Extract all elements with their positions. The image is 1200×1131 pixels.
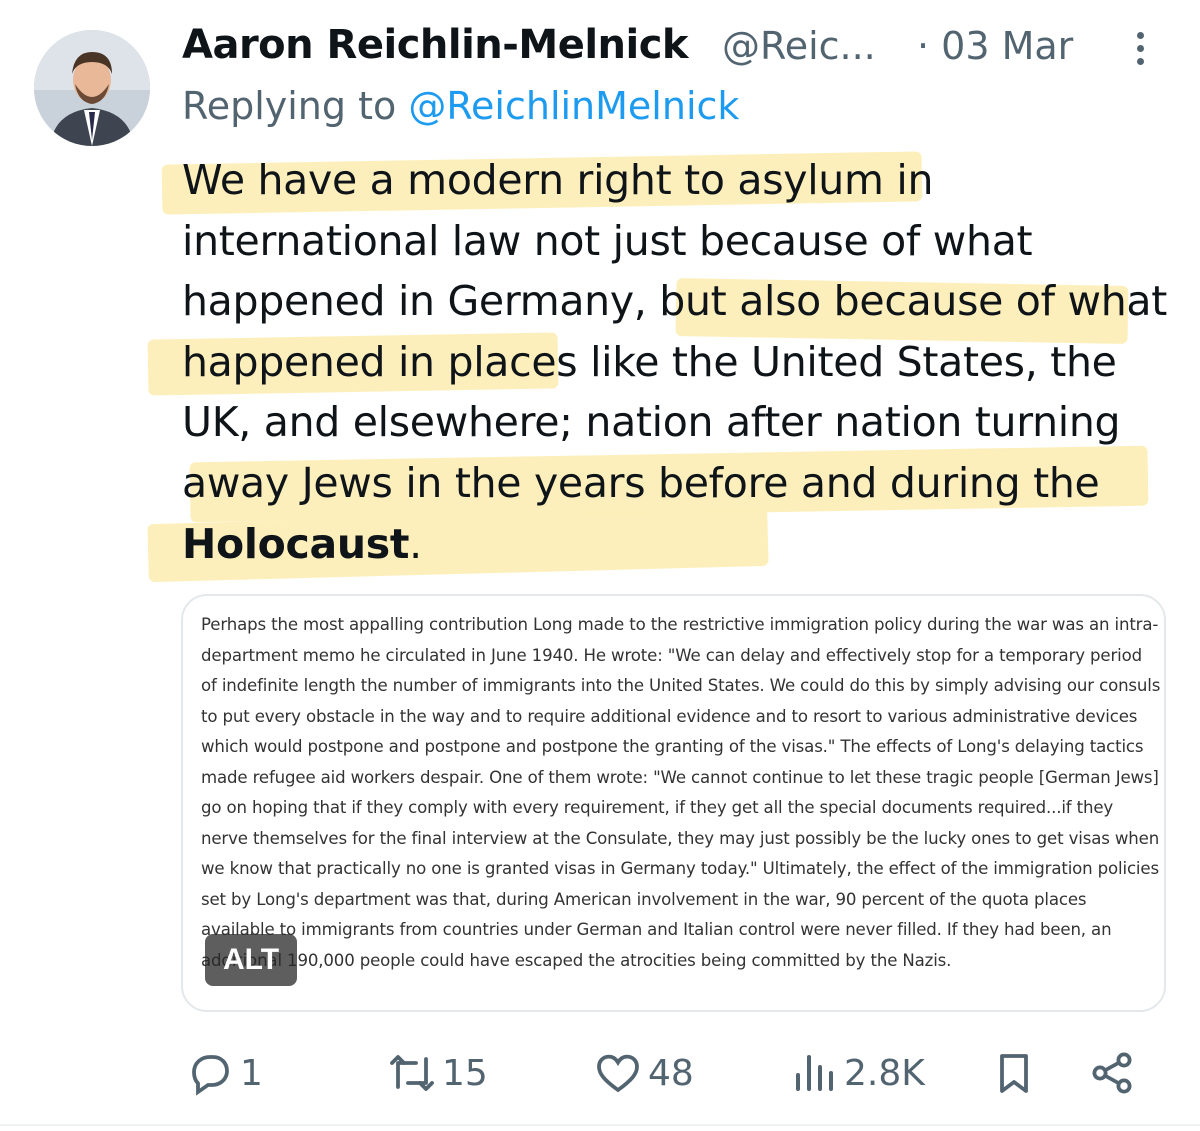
tweet-bold-word[interactable]: Holocaust bbox=[182, 520, 409, 568]
tweet-header: Aaron Reichlin-Melnick @Reic... · 03 Mar bbox=[182, 22, 1172, 78]
replying-to-line: Replying to @ReichlinMelnick bbox=[182, 84, 739, 128]
share-button[interactable] bbox=[1088, 1048, 1136, 1098]
reply-icon bbox=[192, 1055, 229, 1096]
heart-icon bbox=[597, 1054, 639, 1093]
repost-button[interactable]: 15 bbox=[388, 1048, 488, 1098]
repost-icon bbox=[390, 1055, 434, 1091]
views-count: 2.8K bbox=[844, 1052, 925, 1094]
reply-mention-link[interactable]: @ReichlinMelnick bbox=[408, 84, 739, 128]
repost-count: 15 bbox=[442, 1052, 488, 1094]
tweet-text-end: . bbox=[409, 519, 422, 568]
like-button[interactable]: 48 bbox=[594, 1048, 694, 1098]
tweet-date[interactable]: · 03 Mar bbox=[917, 24, 1073, 68]
tweet-actions: 1 15 48 2.8K bbox=[0, 1040, 1200, 1110]
author-name[interactable]: Aaron Reichlin-Melnick bbox=[182, 22, 689, 68]
divider bbox=[0, 1124, 1200, 1126]
replying-to-label: Replying to bbox=[182, 84, 397, 128]
attachment-text: Perhaps the most appalling contribution … bbox=[201, 615, 1161, 970]
image-attachment[interactable]: Perhaps the most appalling contribution … bbox=[181, 594, 1166, 1012]
bookmark-icon bbox=[1000, 1054, 1028, 1093]
reply-count: 1 bbox=[240, 1052, 263, 1094]
author-handle[interactable]: @Reic... bbox=[722, 24, 876, 68]
analytics-icon bbox=[796, 1055, 833, 1091]
tweet-text: We have a modern right to asylum in inte… bbox=[182, 150, 1172, 574]
share-icon bbox=[1092, 1052, 1132, 1094]
alt-badge[interactable]: ALT bbox=[205, 934, 297, 986]
reply-button[interactable]: 1 bbox=[186, 1048, 263, 1098]
views-button[interactable]: 2.8K bbox=[790, 1048, 925, 1098]
like-count: 48 bbox=[648, 1052, 694, 1094]
more-options-icon[interactable] bbox=[1130, 32, 1150, 72]
tweet-text-main: We have a modern right to asylum in inte… bbox=[182, 156, 1167, 507]
avatar[interactable] bbox=[34, 30, 150, 146]
avatar-photo bbox=[34, 30, 150, 146]
bookmark-button[interactable] bbox=[990, 1048, 1038, 1098]
